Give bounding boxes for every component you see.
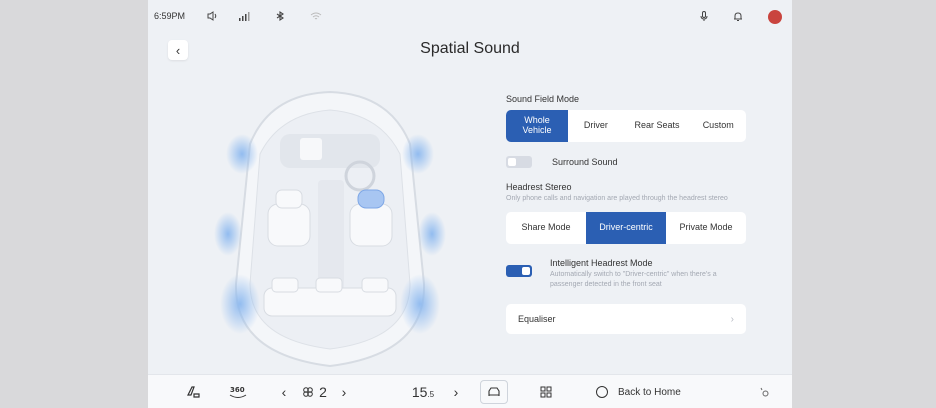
back-to-home-button[interactable]: Back to Home xyxy=(596,375,700,408)
sound-field-label: Sound Field Mode xyxy=(506,94,580,104)
temperature-increase-arrow[interactable]: › xyxy=(450,375,462,408)
user-avatar[interactable] xyxy=(768,10,782,24)
surround-sound-row: Surround Sound xyxy=(506,156,746,168)
bottom-dock: 360 ‹ 2 › 15.5 › Back to Home xyxy=(148,374,792,408)
intelligent-headrest-label: Intelligent Headrest Mode xyxy=(550,258,653,268)
surround-sound-label: Surround Sound xyxy=(552,157,618,167)
car-view-icon xyxy=(480,380,508,404)
volume-icon[interactable] xyxy=(204,8,220,24)
sound-field-selector: Whole Vehicle Driver Rear Seats Custom xyxy=(506,110,746,142)
headrest-private-mode[interactable]: Private Mode xyxy=(666,212,746,244)
left-bezel xyxy=(0,0,148,408)
temperature-display: 15.5 xyxy=(406,375,440,408)
fan-icon xyxy=(300,375,316,408)
intelligent-headrest-row: Intelligent Headrest Mode Automatically … xyxy=(506,258,746,290)
car-view-button[interactable] xyxy=(480,375,508,408)
notification-bell-icon[interactable] xyxy=(730,8,746,24)
intelligent-headrest-description: Automatically switch to "Driver-centric"… xyxy=(550,271,717,288)
microphone-icon[interactable] xyxy=(696,8,712,24)
seat-value: 2 xyxy=(319,384,327,400)
seat-increase-arrow[interactable]: › xyxy=(338,375,350,408)
equaliser-label: Equaliser xyxy=(518,314,556,324)
settings-panel: Sound Field Mode Whole Vehicle Driver Re… xyxy=(506,94,746,334)
temperature-decimal: .5 xyxy=(427,389,435,399)
surround-sound-toggle[interactable] xyxy=(506,156,532,168)
car-settings-icon[interactable] xyxy=(182,375,204,408)
status-bar: 6:59PM xyxy=(148,0,792,34)
back-to-home-label: Back to Home xyxy=(618,386,681,398)
apps-grid-icon[interactable] xyxy=(538,375,554,408)
speaker-mid-right xyxy=(418,212,446,256)
speaker-mid-left xyxy=(214,212,242,256)
speaker-rear-right xyxy=(400,274,440,334)
seat-decrease-arrow[interactable]: ‹ xyxy=(278,375,290,408)
headrest-driver-centric[interactable]: Driver-centric xyxy=(586,212,666,244)
speaker-front-left xyxy=(226,134,258,174)
settings-icon[interactable] xyxy=(756,375,772,408)
bluetooth-icon[interactable] xyxy=(272,8,288,24)
signal-icon xyxy=(236,8,252,24)
headrest-share-mode[interactable]: Share Mode xyxy=(506,212,586,244)
camera-360-icon[interactable]: 360 xyxy=(226,375,250,408)
screen: 6:59PM ‹ Spatial Sound Sound Field Mode … xyxy=(148,0,792,408)
wifi-icon[interactable] xyxy=(308,8,324,24)
sound-field-custom[interactable]: Custom xyxy=(690,110,746,142)
speaker-rear-left xyxy=(220,274,260,334)
page-title: Spatial Sound xyxy=(420,40,520,57)
intelligent-headrest-toggle[interactable] xyxy=(506,265,532,277)
chevron-right-icon: › xyxy=(730,313,734,325)
speaker-front-right xyxy=(402,134,434,174)
right-bezel xyxy=(792,0,936,408)
svg-text:360: 360 xyxy=(230,386,245,394)
headrest-stereo-description: Only phone calls and navigation are play… xyxy=(506,195,728,202)
headrest-mode-selector: Share Mode Driver-centric Private Mode xyxy=(506,212,746,244)
headrest-stereo-title: Headrest Stereo xyxy=(506,182,572,192)
equaliser-row[interactable]: Equaliser › xyxy=(506,304,746,334)
sound-field-rear-seats[interactable]: Rear Seats xyxy=(624,110,691,142)
car-illustration xyxy=(214,90,446,368)
sound-field-driver[interactable]: Driver xyxy=(568,110,624,142)
sound-field-whole-vehicle[interactable]: Whole Vehicle xyxy=(506,110,569,142)
status-time: 6:59PM xyxy=(154,11,186,21)
temperature-value: 15 xyxy=(411,384,428,400)
home-circle-icon xyxy=(596,386,608,398)
